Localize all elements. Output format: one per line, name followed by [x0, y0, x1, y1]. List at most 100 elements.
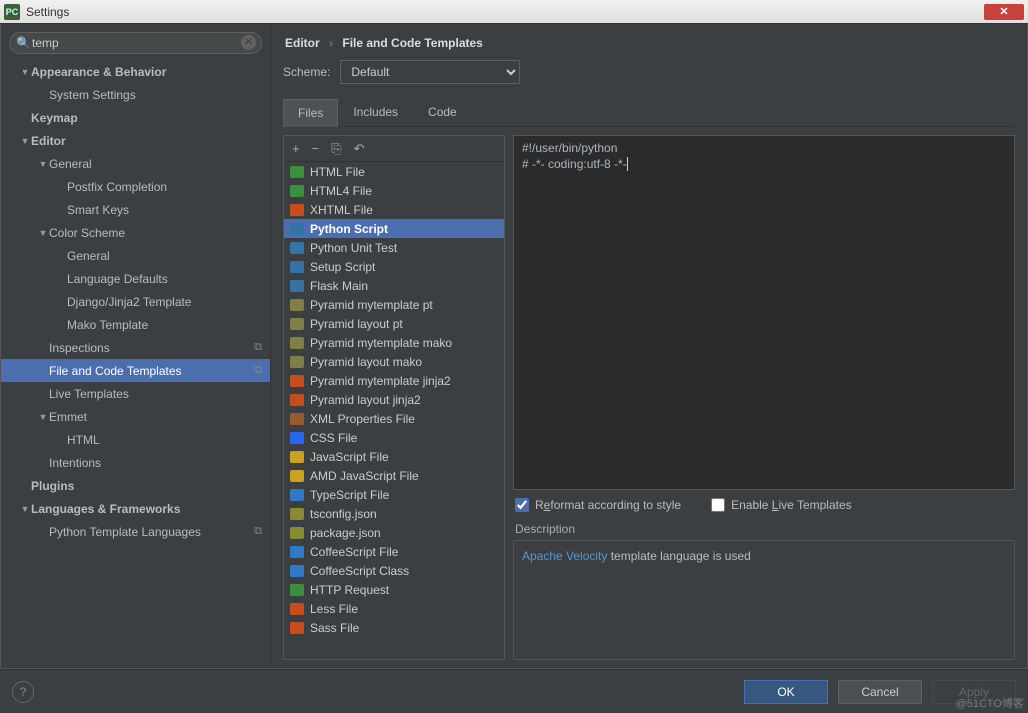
- description-box: Apache Velocity template language is use…: [513, 540, 1015, 660]
- sidebar-item[interactable]: ▼Emmet: [1, 405, 270, 428]
- template-item[interactable]: Pyramid mytemplate jinja2: [284, 371, 504, 390]
- template-item[interactable]: CoffeeScript File: [284, 542, 504, 561]
- template-list-panel: + − ⎘ ↶ HTML FileHTML4 FileXHTML FilePyt…: [283, 135, 505, 660]
- search-field[interactable]: 🔍 ✕: [9, 32, 262, 54]
- template-item[interactable]: TypeScript File: [284, 485, 504, 504]
- sidebar-item[interactable]: General: [1, 244, 270, 267]
- scheme-select[interactable]: Default: [340, 60, 520, 84]
- settings-tree[interactable]: ▼Appearance & BehaviorSystem SettingsKey…: [1, 60, 270, 668]
- file-icon: [290, 451, 304, 463]
- copy-button[interactable]: ⎘: [331, 141, 341, 157]
- tab-includes[interactable]: Includes: [338, 98, 413, 126]
- sidebar-item[interactable]: Django/Jinja2 Template: [1, 290, 270, 313]
- template-item[interactable]: Sass File: [284, 618, 504, 637]
- sidebar-item[interactable]: Mako Template: [1, 313, 270, 336]
- breadcrumb-root: Editor: [285, 36, 320, 50]
- sidebar-item[interactable]: System Settings: [1, 83, 270, 106]
- file-icon: [290, 413, 304, 425]
- revert-button[interactable]: ↶: [354, 141, 365, 157]
- template-item[interactable]: Setup Script: [284, 257, 504, 276]
- template-item[interactable]: HTML File: [284, 162, 504, 181]
- cancel-button[interactable]: Cancel: [838, 680, 922, 704]
- file-icon: [290, 546, 304, 558]
- file-icon: [290, 565, 304, 577]
- sidebar-item[interactable]: ▼Appearance & Behavior: [1, 60, 270, 83]
- sidebar-item[interactable]: Plugins: [1, 474, 270, 497]
- template-item[interactable]: HTTP Request: [284, 580, 504, 599]
- tab-files[interactable]: Files: [283, 99, 338, 127]
- sidebar-item[interactable]: Intentions: [1, 451, 270, 474]
- file-icon: [290, 432, 304, 444]
- template-item[interactable]: AMD JavaScript File: [284, 466, 504, 485]
- sidebar-item[interactable]: Keymap: [1, 106, 270, 129]
- file-icon: [290, 356, 304, 368]
- live-templates-checkbox[interactable]: Enable Live Templates: [711, 498, 852, 512]
- file-icon: [290, 261, 304, 273]
- apply-button[interactable]: Apply: [932, 680, 1016, 704]
- template-item[interactable]: Pyramid mytemplate mako: [284, 333, 504, 352]
- template-item[interactable]: Flask Main: [284, 276, 504, 295]
- template-item[interactable]: JavaScript File: [284, 447, 504, 466]
- template-item[interactable]: Python Script: [284, 219, 504, 238]
- template-tabs[interactable]: FilesIncludesCode: [283, 98, 1015, 127]
- template-item[interactable]: Python Unit Test: [284, 238, 504, 257]
- app-icon: PC: [4, 4, 20, 20]
- template-list[interactable]: HTML FileHTML4 FileXHTML FilePython Scri…: [284, 162, 504, 659]
- file-icon: [290, 394, 304, 406]
- sidebar-item[interactable]: Language Defaults: [1, 267, 270, 290]
- close-button[interactable]: ✕: [984, 4, 1024, 20]
- file-icon: [290, 508, 304, 520]
- chevron-right-icon: ›: [329, 36, 333, 50]
- sidebar-item[interactable]: Live Templates: [1, 382, 270, 405]
- window-title: Settings: [26, 5, 69, 19]
- template-item[interactable]: Pyramid layout mako: [284, 352, 504, 371]
- sidebar-item[interactable]: ▼General: [1, 152, 270, 175]
- template-item[interactable]: CoffeeScript Class: [284, 561, 504, 580]
- breadcrumb-leaf: File and Code Templates: [342, 36, 482, 50]
- file-icon: [290, 204, 304, 216]
- template-toolbar: + − ⎘ ↶: [284, 136, 504, 162]
- file-icon: [290, 299, 304, 311]
- file-icon: [290, 280, 304, 292]
- template-item[interactable]: XHTML File: [284, 200, 504, 219]
- file-icon: [290, 603, 304, 615]
- help-button[interactable]: ?: [12, 681, 34, 703]
- content-area: Editor › File and Code Templates Scheme:…: [271, 24, 1027, 668]
- description-label: Description: [515, 522, 1013, 536]
- sidebar-item[interactable]: Postfix Completion: [1, 175, 270, 198]
- template-item[interactable]: package.json: [284, 523, 504, 542]
- template-editor[interactable]: #!/user/bin/python # -*- coding:utf-8 -*…: [513, 135, 1015, 490]
- sidebar-item[interactable]: ▼Editor: [1, 129, 270, 152]
- sidebar-item[interactable]: File and Code Templates⧉: [1, 359, 270, 382]
- sidebar-item[interactable]: Smart Keys: [1, 198, 270, 221]
- ok-button[interactable]: OK: [744, 680, 828, 704]
- scheme-label: Scheme:: [283, 65, 330, 79]
- sidebar-item[interactable]: ▼Languages & Frameworks: [1, 497, 270, 520]
- template-item[interactable]: Pyramid mytemplate pt: [284, 295, 504, 314]
- reformat-checkbox[interactable]: Reformat according to style: [515, 498, 681, 512]
- template-item[interactable]: XML Properties File: [284, 409, 504, 428]
- sidebar-item[interactable]: Inspections⧉: [1, 336, 270, 359]
- title-bar: PC Settings ✕: [0, 0, 1028, 24]
- template-item[interactable]: tsconfig.json: [284, 504, 504, 523]
- sidebar-item[interactable]: Python Template Languages⧉: [1, 520, 270, 543]
- add-button[interactable]: +: [292, 141, 300, 156]
- template-item[interactable]: Pyramid layout jinja2: [284, 390, 504, 409]
- sidebar-item[interactable]: HTML: [1, 428, 270, 451]
- template-item[interactable]: HTML4 File: [284, 181, 504, 200]
- file-icon: [290, 318, 304, 330]
- template-item[interactable]: Pyramid layout pt: [284, 314, 504, 333]
- remove-button[interactable]: −: [312, 141, 320, 156]
- file-icon: [290, 242, 304, 254]
- tab-code[interactable]: Code: [413, 98, 472, 126]
- file-icon: [290, 223, 304, 235]
- settings-sidebar: 🔍 ✕ ▼Appearance & BehaviorSystem Setting…: [1, 24, 271, 668]
- file-icon: [290, 584, 304, 596]
- sidebar-item[interactable]: ▼Color Scheme: [1, 221, 270, 244]
- clear-search-icon[interactable]: ✕: [241, 35, 256, 50]
- velocity-link[interactable]: Apache Velocity: [522, 549, 607, 563]
- template-item[interactable]: CSS File: [284, 428, 504, 447]
- template-item[interactable]: Less File: [284, 599, 504, 618]
- search-input[interactable]: [9, 32, 262, 54]
- file-icon: [290, 470, 304, 482]
